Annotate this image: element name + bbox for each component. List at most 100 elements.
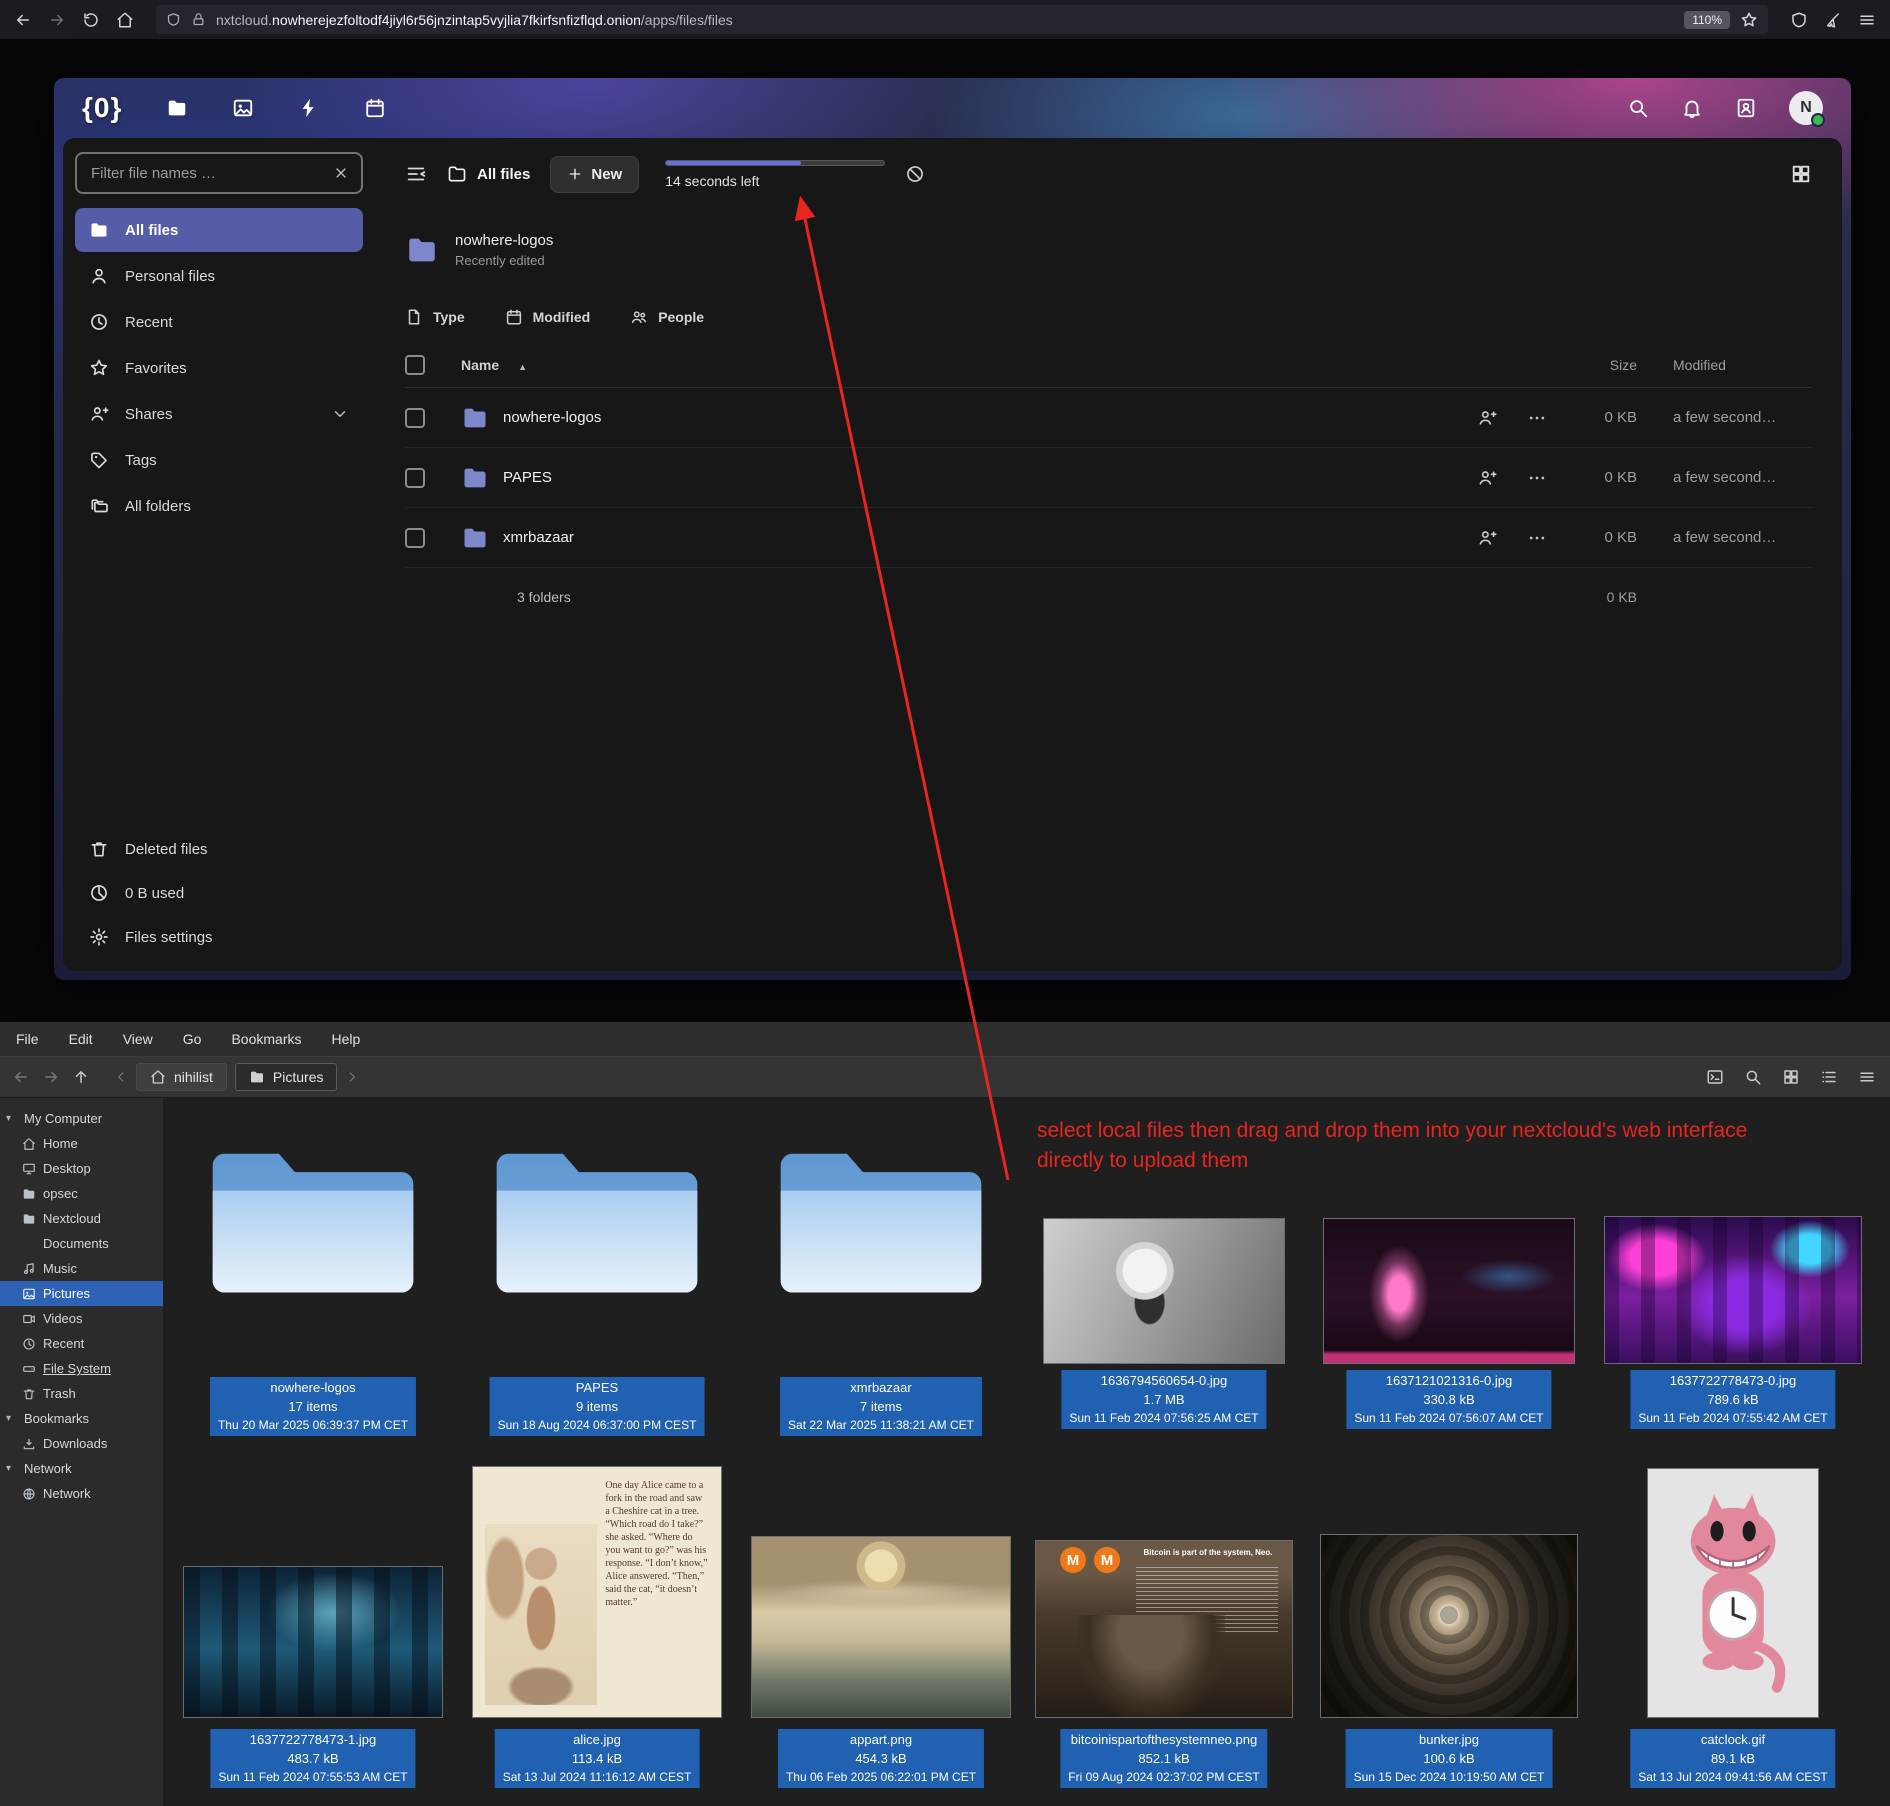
- file-label[interactable]: 1637121021316-0.jpg 330.8 kB Sun 11 Feb …: [1346, 1370, 1551, 1429]
- sidebar-item-files-settings[interactable]: Files settings: [75, 915, 363, 959]
- breadcrumb[interactable]: All files: [447, 164, 530, 184]
- table-row[interactable]: nowhere-logos 0 KB a few second…: [405, 388, 1812, 448]
- nextcloud-logo[interactable]: {0}: [82, 92, 122, 124]
- file-name[interactable]: xmrbazaar: [503, 529, 574, 546]
- cancel-upload-icon[interactable]: [905, 164, 925, 184]
- sidebar-item-all-folders[interactable]: All folders: [75, 484, 363, 528]
- row-checkbox[interactable]: [405, 528, 425, 548]
- tree-item-opsec[interactable]: opsec: [0, 1181, 163, 1206]
- files-app-icon[interactable]: [166, 97, 188, 119]
- file-label[interactable]: nowhere-logos 17 items Thu 20 Mar 2025 0…: [210, 1377, 416, 1436]
- new-button[interactable]: New: [550, 156, 639, 193]
- browser-forward-icon[interactable]: [48, 11, 66, 29]
- zoom-level-badge[interactable]: 110%: [1684, 11, 1730, 29]
- recommended-file-card[interactable]: nowhere-logos Recently edited: [405, 232, 1812, 268]
- file-name[interactable]: nowhere-logos: [503, 409, 601, 426]
- tree-item-file-system[interactable]: File System: [0, 1356, 163, 1381]
- filter-chip-modified[interactable]: Modified: [505, 308, 591, 326]
- contacts-icon[interactable]: [1735, 97, 1757, 119]
- file-grid-view[interactable]: nowhere-logos 17 items Thu 20 Mar 2025 0…: [164, 1098, 1890, 1806]
- sidebar-item-deleted-files[interactable]: Deleted files: [75, 827, 363, 871]
- nav-back-icon[interactable]: [12, 1068, 30, 1086]
- file-label[interactable]: 1637722778473-1.jpg 483.7 kB Sun 11 Feb …: [210, 1729, 415, 1788]
- sort-ascending-icon[interactable]: [513, 357, 527, 373]
- image-thumbnail[interactable]: [1604, 1216, 1862, 1364]
- menu-go[interactable]: Go: [183, 1031, 202, 1047]
- image-thumbnail[interactable]: [1043, 1218, 1285, 1364]
- menu-view[interactable]: View: [123, 1031, 153, 1047]
- file-name[interactable]: PAPES: [503, 469, 552, 486]
- share-icon[interactable]: [1477, 468, 1497, 488]
- browser-reload-icon[interactable]: [82, 11, 100, 29]
- menu-edit[interactable]: Edit: [69, 1031, 93, 1047]
- browser-menu-icon[interactable]: [1858, 11, 1876, 29]
- collapse-sidebar-icon[interactable]: [405, 163, 427, 185]
- folder-icon-large[interactable]: [490, 1133, 704, 1315]
- tree-item-pictures[interactable]: Pictures: [0, 1281, 163, 1306]
- search-icon[interactable]: [1744, 1068, 1762, 1086]
- row-actions-icon[interactable]: [1527, 408, 1547, 428]
- filter-files-input[interactable]: [89, 164, 325, 183]
- tree-header-network[interactable]: Network: [0, 1456, 163, 1481]
- bookmark-star-icon[interactable]: [1740, 11, 1758, 29]
- folder-icon-large[interactable]: [206, 1133, 420, 1315]
- clear-filter-icon[interactable]: [333, 165, 349, 181]
- list-view-icon[interactable]: [1820, 1068, 1838, 1086]
- tree-item-nextcloud[interactable]: Nextcloud: [0, 1206, 163, 1231]
- menu-file[interactable]: File: [16, 1031, 39, 1047]
- file-label[interactable]: xmrbazaar 7 items Sat 22 Mar 2025 11:38:…: [780, 1377, 982, 1436]
- file-label[interactable]: 1637722778473-0.jpg 789.6 kB Sun 11 Feb …: [1630, 1370, 1835, 1429]
- file-label[interactable]: appart.png 454.3 kB Thu 06 Feb 2025 06:2…: [778, 1729, 984, 1788]
- image-thumbnail[interactable]: [751, 1536, 1011, 1718]
- tree-item-documents[interactable]: Documents: [0, 1231, 163, 1256]
- folder-icon-large[interactable]: [774, 1133, 988, 1315]
- image-thumbnail[interactable]: [1320, 1534, 1578, 1718]
- icon-view-icon[interactable]: [1782, 1068, 1800, 1086]
- path-scroll-left-icon[interactable]: [114, 1070, 128, 1084]
- image-thumbnail[interactable]: [1323, 1218, 1575, 1364]
- tree-header-my-computer[interactable]: My Computer: [0, 1106, 163, 1131]
- sidebar-item-favorites[interactable]: Favorites: [75, 346, 363, 390]
- file-label[interactable]: PAPES 9 items Sun 18 Aug 2024 06:37:00 P…: [490, 1377, 705, 1436]
- tree-header-bookmarks[interactable]: Bookmarks: [0, 1406, 163, 1431]
- tree-item-desktop[interactable]: Desktop: [0, 1156, 163, 1181]
- activity-app-icon[interactable]: [298, 97, 320, 119]
- open-terminal-icon[interactable]: [1706, 1068, 1724, 1086]
- image-thumbnail[interactable]: [1647, 1468, 1819, 1718]
- chevron-down-icon[interactable]: [331, 405, 349, 423]
- path-scroll-right-icon[interactable]: [345, 1070, 359, 1084]
- browser-back-icon[interactable]: [14, 11, 32, 29]
- sidebar-item-recent[interactable]: Recent: [75, 300, 363, 344]
- select-all-checkbox[interactable]: [405, 355, 425, 375]
- tree-item-music[interactable]: Music: [0, 1256, 163, 1281]
- tree-item-home[interactable]: Home: [0, 1131, 163, 1156]
- more-options-icon[interactable]: [1858, 1068, 1876, 1086]
- table-row[interactable]: PAPES 0 KB a few second…: [405, 448, 1812, 508]
- tree-item-downloads[interactable]: Downloads: [0, 1431, 163, 1456]
- sidebar-item-shares[interactable]: Shares: [75, 392, 363, 436]
- size-column-header[interactable]: Size: [1547, 357, 1637, 373]
- file-label[interactable]: bitcoinispartofthesystemneo.png 852.1 kB…: [1060, 1729, 1267, 1788]
- new-identity-broom-icon[interactable]: [1824, 11, 1842, 29]
- tree-item-trash[interactable]: Trash: [0, 1381, 163, 1406]
- file-label[interactable]: catclock.gif 89.1 kB Sat 13 Jul 2024 09:…: [1630, 1729, 1835, 1788]
- calendar-app-icon[interactable]: [364, 97, 386, 119]
- menu-bookmarks[interactable]: Bookmarks: [231, 1031, 301, 1047]
- browser-home-icon[interactable]: [116, 11, 134, 29]
- image-thumbnail[interactable]: M M Bitcoin is part of the system, Neo.: [1035, 1540, 1293, 1718]
- sidebar-item-tags[interactable]: Tags: [75, 438, 363, 482]
- table-row[interactable]: xmrbazaar 0 KB a few second…: [405, 508, 1812, 568]
- row-checkbox[interactable]: [405, 468, 425, 488]
- nav-forward-icon[interactable]: [42, 1068, 60, 1086]
- grid-view-toggle-icon[interactable]: [1790, 163, 1812, 185]
- share-icon[interactable]: [1477, 408, 1497, 428]
- nav-up-icon[interactable]: [72, 1068, 90, 1086]
- search-icon[interactable]: [1627, 97, 1649, 119]
- protection-shield-icon[interactable]: [1790, 11, 1808, 29]
- notifications-bell-icon[interactable]: [1681, 97, 1703, 119]
- modified-column-header[interactable]: Modified: [1637, 357, 1812, 373]
- sidebar-item-quota[interactable]: 0 B used: [75, 871, 363, 915]
- name-column-header[interactable]: Name: [461, 357, 499, 373]
- sidebar-item-personal-files[interactable]: Personal files: [75, 254, 363, 298]
- image-thumbnail[interactable]: [183, 1566, 443, 1718]
